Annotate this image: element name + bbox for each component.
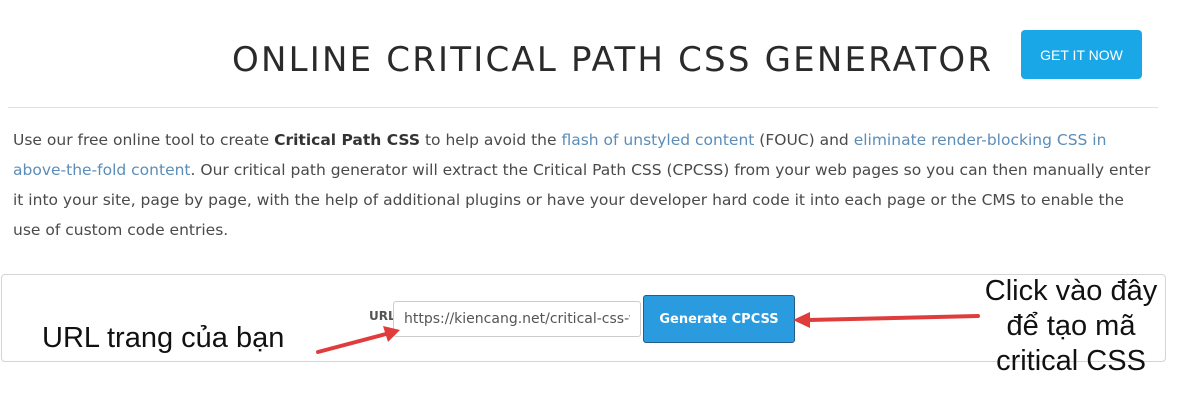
intro-paragraph: Use our free online tool to create Criti… [13, 125, 1153, 245]
fouc-link[interactable]: flash of unstyled content [561, 131, 754, 149]
url-input[interactable] [393, 301, 641, 337]
annotation-url-note: URL trang của bạn [42, 322, 285, 354]
intro-text-2: to help avoid the [420, 131, 562, 149]
annotation-generate-line-2: để tạo mã [1006, 310, 1136, 342]
annotation-generate-note: Click vào đây để tạo mã critical CSS [960, 274, 1180, 379]
intro-text-3: (FOUC) and [754, 131, 854, 149]
annotation-generate-line-3: critical CSS [996, 345, 1146, 377]
page-title: ONLINE CRITICAL PATH CSS GENERATOR [232, 40, 994, 80]
intro-bold-critical-path-css: Critical Path CSS [274, 131, 421, 149]
annotation-generate-line-1: Click vào đây [984, 275, 1158, 307]
header-divider [8, 107, 1158, 108]
intro-text-1: Use our free online tool to create [13, 131, 275, 149]
get-it-now-button[interactable]: GET IT NOW [1021, 30, 1142, 79]
url-label: URL [369, 309, 396, 323]
generate-cpcss-button[interactable]: Generate CPCSS [643, 295, 795, 343]
